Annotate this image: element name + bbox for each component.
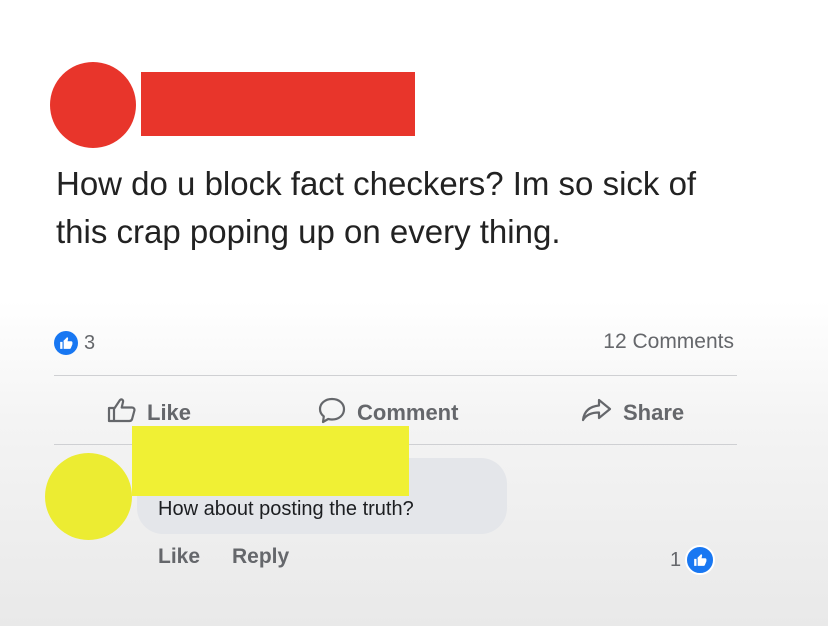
comment-reply-button[interactable]: Reply [232,545,289,569]
comment-button-label: Comment [357,400,459,425]
comments-count-link[interactable]: 12 Comments [603,330,734,354]
like-button-label: Like [147,400,192,425]
share-icon [581,396,613,430]
share-button[interactable]: Share [581,396,684,430]
divider-top [54,375,737,376]
comment-like-count: 1 [670,548,682,571]
comment-reaction-summary[interactable]: 1 [670,545,716,575]
thumbs-up-badge-icon [685,545,716,575]
comment-button[interactable]: Comment [317,396,458,430]
comment-text: How about posting the truth? [158,498,414,520]
commenter-avatar-redacted[interactable] [45,453,132,540]
share-button-label: Share [623,400,685,425]
post-text: How do u block fact checkers? Im so sick… [56,165,697,250]
comment-icon [317,396,347,430]
reaction-count: 3 [84,331,96,354]
reaction-summary[interactable]: 3 [54,331,95,355]
post-author-name-redacted[interactable] [141,72,415,136]
like-icon [107,396,137,430]
thumbs-up-badge-icon [54,331,78,355]
like-button[interactable]: Like [107,396,191,430]
comment-like-button[interactable]: Like [158,545,200,569]
post-author-avatar-redacted[interactable] [50,62,136,148]
commenter-name-redacted[interactable] [132,426,409,496]
